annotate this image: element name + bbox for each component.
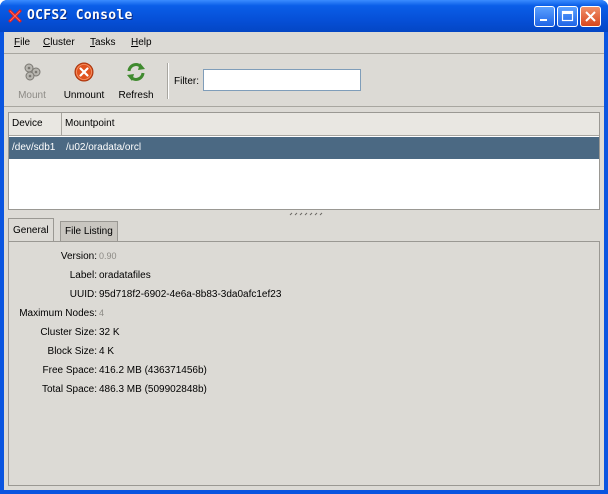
window-title: OCFS2 Console (27, 8, 133, 23)
prop-label-value: oradatafiles (99, 270, 151, 281)
refresh-button[interactable]: Refresh (114, 59, 158, 103)
prop-free-space-label: Free Space: (42, 365, 97, 376)
menu-file[interactable]: File (14, 37, 30, 48)
prop-version-label: Version: (60, 251, 97, 262)
prop-uuid: UUID: 95d718f2-6902-4e6a-8b83-3da0afc1ef… (9, 289, 601, 305)
unmount-label: Unmount (63, 90, 105, 101)
list-header: Device Mountpoint (9, 113, 599, 136)
prop-total-space-label: Total Space: (41, 384, 97, 395)
close-button[interactable] (580, 6, 601, 27)
title-bar[interactable]: OCFS2 Console (0, 0, 608, 32)
unmount-button[interactable]: Unmount (60, 59, 108, 103)
prop-cluster-size-label: Cluster Size: (40, 327, 97, 338)
filter-label: Filter: (174, 76, 199, 87)
menu-tasks[interactable]: Tasks (90, 37, 116, 48)
tab-general[interactable]: General (8, 218, 54, 242)
app-icon (8, 9, 22, 23)
column-header-mountpoint[interactable]: Mountpoint (62, 113, 599, 135)
menu-help-label: elp (138, 37, 152, 48)
unmount-icon (74, 62, 94, 82)
mount-button[interactable]: Mount (12, 59, 52, 103)
prop-block-size-label: Block Size: (47, 346, 97, 357)
prop-total-space: Total Space: 486.3 MB (509902848b) (9, 384, 601, 400)
prop-cluster-size: Cluster Size: 32 K (9, 327, 601, 343)
prop-free-space-value: 416.2 MB (436371456b) (99, 365, 207, 376)
prop-total-space-value: 486.3 MB (509902848b) (99, 384, 207, 395)
tab-file-listing[interactable]: File Listing (60, 221, 118, 242)
refresh-label: Refresh (118, 90, 154, 101)
menu-file-label: ile (20, 37, 31, 48)
filter-input[interactable] (203, 69, 361, 91)
prop-cluster-size-value: 32 K (99, 327, 120, 338)
cell-mountpoint: /u02/oradata/orcl (66, 142, 142, 153)
prop-max-nodes-value: 4 (99, 308, 105, 318)
pane-resize-handle[interactable] (288, 212, 324, 216)
device-list[interactable]: Device Mountpoint /dev/sdb1 /u02/oradata… (8, 112, 600, 210)
prop-free-space: Free Space: 416.2 MB (436371456b) (9, 365, 601, 381)
refresh-icon (127, 63, 145, 81)
menu-bar: File Cluster Tasks Help (4, 32, 604, 54)
column-header-device[interactable]: Device (9, 113, 62, 135)
minimize-button[interactable] (534, 6, 555, 27)
prop-max-nodes-label: Maximum Nodes: (19, 308, 97, 319)
cell-device: /dev/sdb1 (12, 142, 56, 153)
prop-label: Label: oradatafiles (9, 270, 601, 286)
table-row[interactable]: /dev/sdb1 /u02/oradata/orcl (9, 137, 599, 159)
maximize-icon (561, 10, 574, 22)
close-icon (585, 11, 596, 22)
menu-tasks-label: asks (95, 37, 116, 48)
toolbar-separator (167, 63, 169, 99)
general-panel: Version: 0.90 Label: oradatafiles UUID: … (8, 241, 600, 486)
prop-label-label: Label: (69, 270, 97, 281)
toolbar: Mount Unmount Refresh Filter: (4, 55, 604, 107)
minimize-icon (540, 19, 547, 21)
prop-block-size-value: 4 K (99, 346, 115, 357)
client-area: File Cluster Tasks Help Mount Unmount Re… (4, 32, 604, 490)
mount-icon (24, 63, 41, 81)
prop-max-nodes: Maximum Nodes: 4 (9, 308, 601, 324)
mount-label: Mount (18, 90, 46, 101)
prop-block-size: Block Size: 4 K (9, 346, 601, 362)
prop-version-value: 0.90 (99, 251, 117, 261)
prop-uuid-value: 95d718f2-6902-4e6a-8b83-3da0afc1ef23 (99, 289, 282, 300)
prop-uuid-label: UUID: (69, 289, 97, 300)
prop-version: Version: 0.90 (9, 251, 601, 267)
maximize-button[interactable] (557, 6, 578, 27)
menu-cluster-label: luster (50, 37, 75, 48)
menu-cluster[interactable]: Cluster (43, 37, 75, 48)
menu-help[interactable]: Help (131, 37, 152, 48)
tab-bar: General File Listing (8, 218, 600, 242)
app-window: OCFS2 Console File Cluster Tasks Help Mo… (0, 0, 608, 494)
